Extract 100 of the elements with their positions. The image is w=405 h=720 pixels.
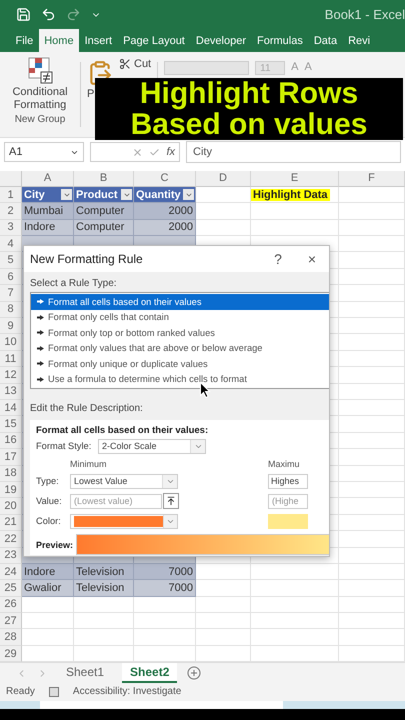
sheet-cell[interactable]	[196, 564, 251, 580]
sheet-cell[interactable]	[196, 203, 251, 220]
sheet-cell[interactable]	[134, 613, 196, 630]
undo-icon[interactable]	[41, 7, 56, 22]
row-number[interactable]: 25	[0, 580, 22, 597]
row-number[interactable]: 14	[0, 400, 22, 416]
ribbon-tab[interactable]: Data	[308, 30, 343, 52]
sheet-cell[interactable]	[74, 613, 134, 630]
redo-icon[interactable]	[66, 7, 81, 22]
sheet-cell[interactable]	[134, 629, 196, 646]
column-header[interactable]: F	[339, 170, 405, 187]
rule-type-item[interactable]: Format only cells that contain	[31, 310, 329, 325]
sheet-cell[interactable]	[339, 596, 405, 614]
macro-icon[interactable]	[48, 686, 59, 697]
column-header[interactable]: B	[74, 170, 134, 187]
sheet-cell[interactable]	[339, 186, 405, 204]
sheet-cell[interactable]	[251, 564, 339, 580]
sheet-cell[interactable]	[339, 252, 405, 269]
value-field[interactable]: (Highe	[268, 494, 308, 508]
sheet-cell[interactable]	[196, 220, 251, 236]
name-box[interactable]: A1	[4, 142, 84, 162]
sheet-cell[interactable]	[339, 514, 405, 532]
row-number[interactable]: 27	[0, 613, 22, 630]
row-number[interactable]: 5	[0, 252, 22, 269]
column-header[interactable]: E	[251, 170, 339, 187]
sheet-cell[interactable]	[251, 203, 339, 220]
color-dropdown[interactable]	[70, 514, 178, 528]
close-button[interactable]: ×	[295, 251, 329, 267]
sheet-cell[interactable]	[339, 432, 405, 450]
row-number[interactable]: 17	[0, 449, 22, 466]
row-number[interactable]: 6	[0, 268, 22, 286]
sheet-cell[interactable]	[339, 548, 405, 564]
sheet-cell[interactable]	[251, 613, 339, 630]
sheet-cell[interactable]	[251, 596, 339, 614]
ribbon-tab[interactable]: Formulas	[252, 30, 308, 52]
enter-icon[interactable]	[149, 146, 160, 158]
insert-function-button[interactable]: fx	[166, 146, 175, 158]
sheet-cell[interactable]	[196, 613, 251, 630]
cut-button[interactable]: Cut	[119, 56, 152, 72]
sheet-cell[interactable]	[22, 596, 74, 614]
sheet-cell[interactable]	[339, 580, 405, 597]
shrink-font-button[interactable]: A	[304, 61, 312, 74]
row-number[interactable]: 12	[0, 367, 22, 384]
sheet-cell[interactable]	[251, 629, 339, 646]
sheet-cell[interactable]	[196, 629, 251, 646]
sheet-cell[interactable]	[22, 629, 74, 646]
row-number[interactable]: 7	[0, 285, 22, 302]
sheet-cell[interactable]	[134, 596, 196, 614]
type-dropdown[interactable]: Highes	[268, 474, 308, 488]
column-header[interactable]: C	[134, 170, 196, 187]
ribbon-tab[interactable]: Insert	[79, 30, 118, 52]
sheet-cell[interactable]	[339, 629, 405, 646]
sheet-tab[interactable]: Sheet2	[122, 663, 178, 684]
row-number[interactable]: 15	[0, 416, 22, 433]
row-number[interactable]: 3	[0, 220, 22, 236]
row-number[interactable]: 18	[0, 466, 22, 482]
font-name-field[interactable]	[164, 61, 250, 76]
ribbon-tab[interactable]: Home	[38, 29, 80, 52]
select-all-button[interactable]	[0, 170, 22, 187]
add-sheet-icon[interactable]	[187, 666, 202, 680]
row-number[interactable]: 22	[0, 531, 22, 548]
formula-field[interactable]: City	[186, 141, 401, 164]
row-number[interactable]: 29	[0, 646, 22, 662]
format-style-dropdown[interactable]: 2-Color Scale	[98, 438, 206, 454]
grow-font-button[interactable]: A	[291, 61, 298, 74]
row-number[interactable]: 21	[0, 514, 22, 532]
sheet-cell[interactable]	[339, 384, 405, 400]
sheet-cell[interactable]	[339, 203, 405, 220]
row-number[interactable]: 10	[0, 334, 22, 351]
column-header[interactable]: A	[22, 170, 74, 187]
row-number[interactable]: 19	[0, 482, 22, 498]
sheet-cell[interactable]	[339, 367, 405, 384]
conditional-formatting-icon[interactable]	[26, 56, 54, 84]
sheet-cell[interactable]	[339, 350, 405, 368]
help-button[interactable]: ?	[261, 251, 295, 267]
paste-label[interactable]: P	[87, 88, 94, 100]
sheet-cell[interactable]	[339, 498, 405, 515]
ribbon-tab[interactable]: File	[10, 30, 39, 52]
row-number[interactable]: 9	[0, 318, 22, 334]
row-number[interactable]: 26	[0, 596, 22, 614]
sheet-cell[interactable]	[339, 613, 405, 630]
row-number[interactable]: 24	[0, 564, 22, 580]
sheet-cell[interactable]	[339, 302, 405, 318]
conditional-formatting-button[interactable]: Conditional Formatting	[10, 86, 70, 112]
color-dropdown[interactable]	[268, 514, 308, 528]
row-number[interactable]: 28	[0, 629, 22, 646]
sheet-cell[interactable]	[339, 564, 405, 580]
value-field[interactable]: (Lowest value)	[70, 494, 162, 508]
sheet-cell[interactable]	[134, 646, 196, 662]
accessibility-status[interactable]: Accessibility: Investigate	[72, 686, 182, 698]
sheet-cell[interactable]	[22, 613, 74, 630]
sheet-cell[interactable]	[339, 416, 405, 433]
save-icon[interactable]	[16, 7, 31, 22]
sheet-cell[interactable]	[339, 268, 405, 286]
sheet-cell[interactable]	[339, 334, 405, 351]
row-number[interactable]: 23	[0, 548, 22, 564]
sheet-cell[interactable]	[339, 466, 405, 482]
sheet-cell[interactable]	[339, 449, 405, 466]
ribbon-tab[interactable]: Developer	[190, 30, 252, 52]
row-number[interactable]: 20	[0, 498, 22, 515]
